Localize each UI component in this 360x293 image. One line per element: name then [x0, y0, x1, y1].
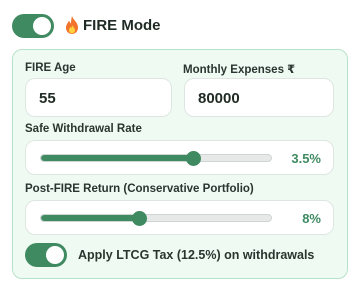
monthly-expenses-label: Monthly Expenses ₹ — [183, 64, 296, 76]
swr-slider-thumb[interactable] — [185, 151, 201, 166]
toggle-knob — [46, 246, 64, 264]
toggle-knob — [33, 17, 51, 35]
post-fire-return-slider-fill — [41, 215, 140, 221]
fire-age-input[interactable]: 55 — [25, 78, 172, 117]
swr-value: 3.5% — [291, 151, 321, 166]
monthly-expenses-value: 80000 — [198, 90, 240, 107]
post-fire-return-label: Post-FIRE Return (Conservative Portfolio… — [25, 183, 254, 195]
post-fire-return-slider-box: 8% — [25, 200, 334, 235]
swr-slider-track[interactable] — [40, 154, 272, 162]
fire-age-label: FIRE Age — [25, 62, 76, 74]
post-fire-return-slider-track[interactable] — [40, 214, 272, 222]
swr-slider-box: 3.5% — [25, 140, 334, 175]
ltcg-label: Apply LTCG Tax (12.5%) on withdrawals — [78, 248, 315, 262]
fire-mode-header: FIRE Mode — [12, 13, 212, 39]
fire-settings-panel: FIRE Age Monthly Expenses ₹ 55 80000 Saf… — [12, 49, 348, 279]
fire-age-value: 55 — [39, 90, 56, 107]
ltcg-toggle[interactable] — [25, 243, 67, 267]
page-title: FIRE Mode — [83, 17, 161, 34]
fire-icon — [66, 16, 78, 34]
monthly-expenses-input[interactable]: 80000 — [184, 78, 334, 117]
ltcg-row: Apply LTCG Tax (12.5%) on withdrawals — [25, 242, 335, 268]
fire-mode-toggle[interactable] — [12, 14, 54, 38]
swr-label: Safe Withdrawal Rate — [25, 123, 142, 135]
post-fire-return-value: 8% — [302, 211, 321, 226]
post-fire-return-slider-thumb[interactable] — [132, 211, 148, 226]
swr-slider-fill — [41, 155, 193, 161]
